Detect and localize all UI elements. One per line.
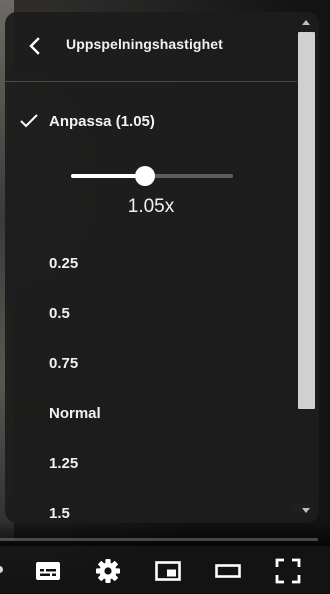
slider-thumb[interactable] — [135, 166, 155, 186]
fullscreen-icon[interactable] — [273, 556, 303, 586]
speed-option[interactable]: 0.5 — [5, 289, 297, 339]
speed-slider[interactable] — [71, 164, 233, 188]
subtitles-icon[interactable] — [33, 556, 63, 586]
panel-title: Uppspelningshastighet — [66, 36, 223, 52]
checkmark-icon — [19, 113, 39, 129]
player-control-bar — [0, 548, 330, 594]
speed-option[interactable]: 0.25 — [5, 239, 297, 289]
speed-option[interactable]: Normal — [5, 389, 297, 439]
speed-option[interactable]: 1.25 — [5, 439, 297, 489]
chevron-left-icon[interactable] — [27, 37, 43, 55]
video-gradient-overlay — [0, 520, 330, 546]
panel-header-back[interactable]: Uppspelningshastighet — [5, 12, 297, 82]
video-player: HD Uppspelningshastighet Anpassa (1.05) — [0, 0, 330, 594]
speed-option[interactable]: 0.75 — [5, 339, 297, 389]
custom-speed-option[interactable]: Anpassa (1.05) — [5, 104, 297, 140]
panel-scrollbar[interactable] — [297, 12, 319, 523]
speed-value-readout: 1.05x — [127, 196, 175, 217]
playback-speed-panel: Uppspelningshastighet Anpassa (1.05) 1.0… — [5, 12, 319, 523]
video-progress-bar[interactable] — [0, 538, 318, 541]
slider-fill — [71, 174, 145, 178]
scroll-thumb[interactable] — [298, 32, 315, 409]
settings-gear-icon[interactable] — [93, 556, 123, 586]
scroll-down-arrow-icon[interactable] — [302, 508, 310, 513]
speed-options-list: 0.25 0.5 0.75 Normal 1.25 1.5 — [5, 239, 297, 523]
theater-mode-icon[interactable] — [213, 556, 243, 586]
scroll-up-arrow-icon[interactable] — [302, 20, 310, 25]
speed-option[interactable]: 1.5 — [5, 489, 297, 523]
miniplayer-icon[interactable] — [153, 556, 183, 586]
custom-speed-label: Anpassa (1.05) — [49, 113, 155, 130]
